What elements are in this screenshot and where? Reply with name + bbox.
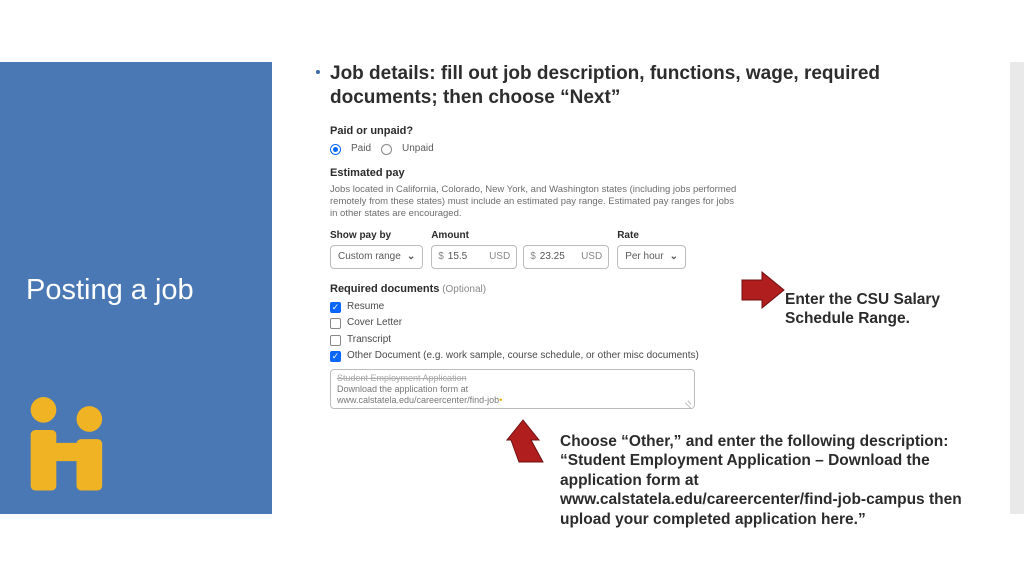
page-title: Posting a job xyxy=(26,273,250,308)
transcript-checkbox-label: Transcript xyxy=(347,334,391,347)
resize-handle-icon[interactable] xyxy=(684,398,692,406)
arrow-to-rate-icon xyxy=(738,270,788,320)
sidebar: Posting a job xyxy=(0,62,272,514)
required-documents-optional: (Optional) xyxy=(442,284,486,295)
job-form-screenshot: Paid or unpaid? Paid Unpaid Estimated pa… xyxy=(330,125,739,420)
unpaid-radio[interactable] xyxy=(381,144,392,155)
transcript-checkbox[interactable] xyxy=(330,335,341,346)
annotation-salary-range: Enter the CSU Salary Schedule Range. xyxy=(785,290,960,329)
cover-letter-checkbox[interactable] xyxy=(330,318,341,329)
paid-radio[interactable] xyxy=(330,144,341,155)
currency-symbol: $ xyxy=(438,251,444,264)
chevron-down-icon: ⌄ xyxy=(407,251,415,264)
textarea-line-1: Student Employment Application xyxy=(337,373,688,384)
other-document-checkbox[interactable]: ✓ xyxy=(330,351,341,362)
paid-unpaid-label: Paid or unpaid? xyxy=(330,125,739,139)
instruction-bullet: Job details: fill out job description, f… xyxy=(330,62,938,110)
textarea-line-2: Download the application form at xyxy=(337,384,688,395)
amount-low-input[interactable]: $ 15.5 USD xyxy=(431,245,517,269)
cover-letter-checkbox-label: Cover Letter xyxy=(347,317,402,330)
amount-label: Amount xyxy=(431,230,609,243)
arrow-to-textarea-icon xyxy=(503,418,553,468)
amount-low-value: 15.5 xyxy=(448,251,467,264)
slide-edge-decoration xyxy=(1010,62,1024,514)
instruction-text: Job details: fill out job description, f… xyxy=(330,63,880,108)
textarea-line-3: www.calstatela.edu/careercenter/find-job xyxy=(337,395,499,405)
handshake-logo-icon xyxy=(16,386,126,496)
amount-high-value: 23.25 xyxy=(540,251,565,264)
other-document-checkbox-label: Other Document (e.g. work sample, course… xyxy=(347,350,699,363)
unpaid-radio-label: Unpaid xyxy=(402,143,434,156)
currency-code: USD xyxy=(489,251,510,264)
other-document-description-input[interactable]: Student Employment Application Download … xyxy=(330,369,695,409)
rate-value: Per hour xyxy=(625,251,663,264)
resume-checkbox[interactable]: ✓ xyxy=(330,302,341,313)
estimated-pay-label: Estimated pay xyxy=(330,167,739,181)
amount-high-input[interactable]: $ 23.25 USD xyxy=(523,245,609,269)
annotation-other-description: Choose “Other,” and enter the following … xyxy=(560,432,972,529)
bullet-dot-icon xyxy=(316,70,320,74)
show-pay-by-value: Custom range xyxy=(338,251,401,264)
resume-checkbox-label: Resume xyxy=(347,301,384,314)
rate-select[interactable]: Per hour ⌄ xyxy=(617,245,686,269)
currency-code: USD xyxy=(581,251,602,264)
required-documents-label: Required documents xyxy=(330,283,439,295)
rate-label: Rate xyxy=(617,230,686,243)
show-pay-by-label: Show pay by xyxy=(330,230,423,243)
show-pay-by-select[interactable]: Custom range ⌄ xyxy=(330,245,423,269)
chevron-down-icon: ⌄ xyxy=(670,251,678,264)
paid-radio-label: Paid xyxy=(351,143,371,156)
currency-symbol: $ xyxy=(530,251,536,264)
estimated-pay-help: Jobs located in California, Colorado, Ne… xyxy=(330,184,739,220)
